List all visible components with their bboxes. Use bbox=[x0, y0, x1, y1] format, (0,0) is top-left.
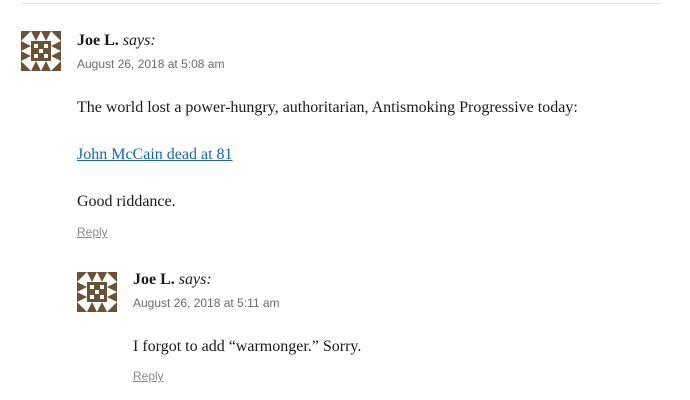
divider-line bbox=[21, 3, 661, 4]
says-label: says: bbox=[122, 32, 156, 49]
article-link[interactable]: John McCain dead at 81 bbox=[77, 145, 233, 165]
comment-date-link[interactable]: August 26, 2018 at 5:08 am bbox=[77, 56, 224, 72]
comment-paragraph: I forgot to add “warmonger.” Sorry. bbox=[133, 338, 362, 355]
comment-paragraph: Good riddance. bbox=[77, 193, 176, 210]
comment-author-name: Joe L. bbox=[133, 271, 175, 288]
reply-button[interactable]: Reply bbox=[133, 368, 164, 384]
says-label: says: bbox=[178, 271, 212, 288]
comment-author-line: Joe L. says: bbox=[133, 270, 212, 290]
avatar-identicon-icon bbox=[77, 272, 117, 312]
comment-author-name: Joe L. bbox=[77, 32, 119, 49]
comment-date-link[interactable]: August 26, 2018 at 5:11 am bbox=[133, 295, 280, 311]
comment-author-line: Joe L. says: bbox=[77, 31, 156, 51]
reply-button[interactable]: Reply bbox=[77, 224, 108, 240]
comment-paragraph: The world lost a power-hungry, authorita… bbox=[77, 99, 578, 116]
avatar-identicon-icon bbox=[21, 31, 61, 71]
